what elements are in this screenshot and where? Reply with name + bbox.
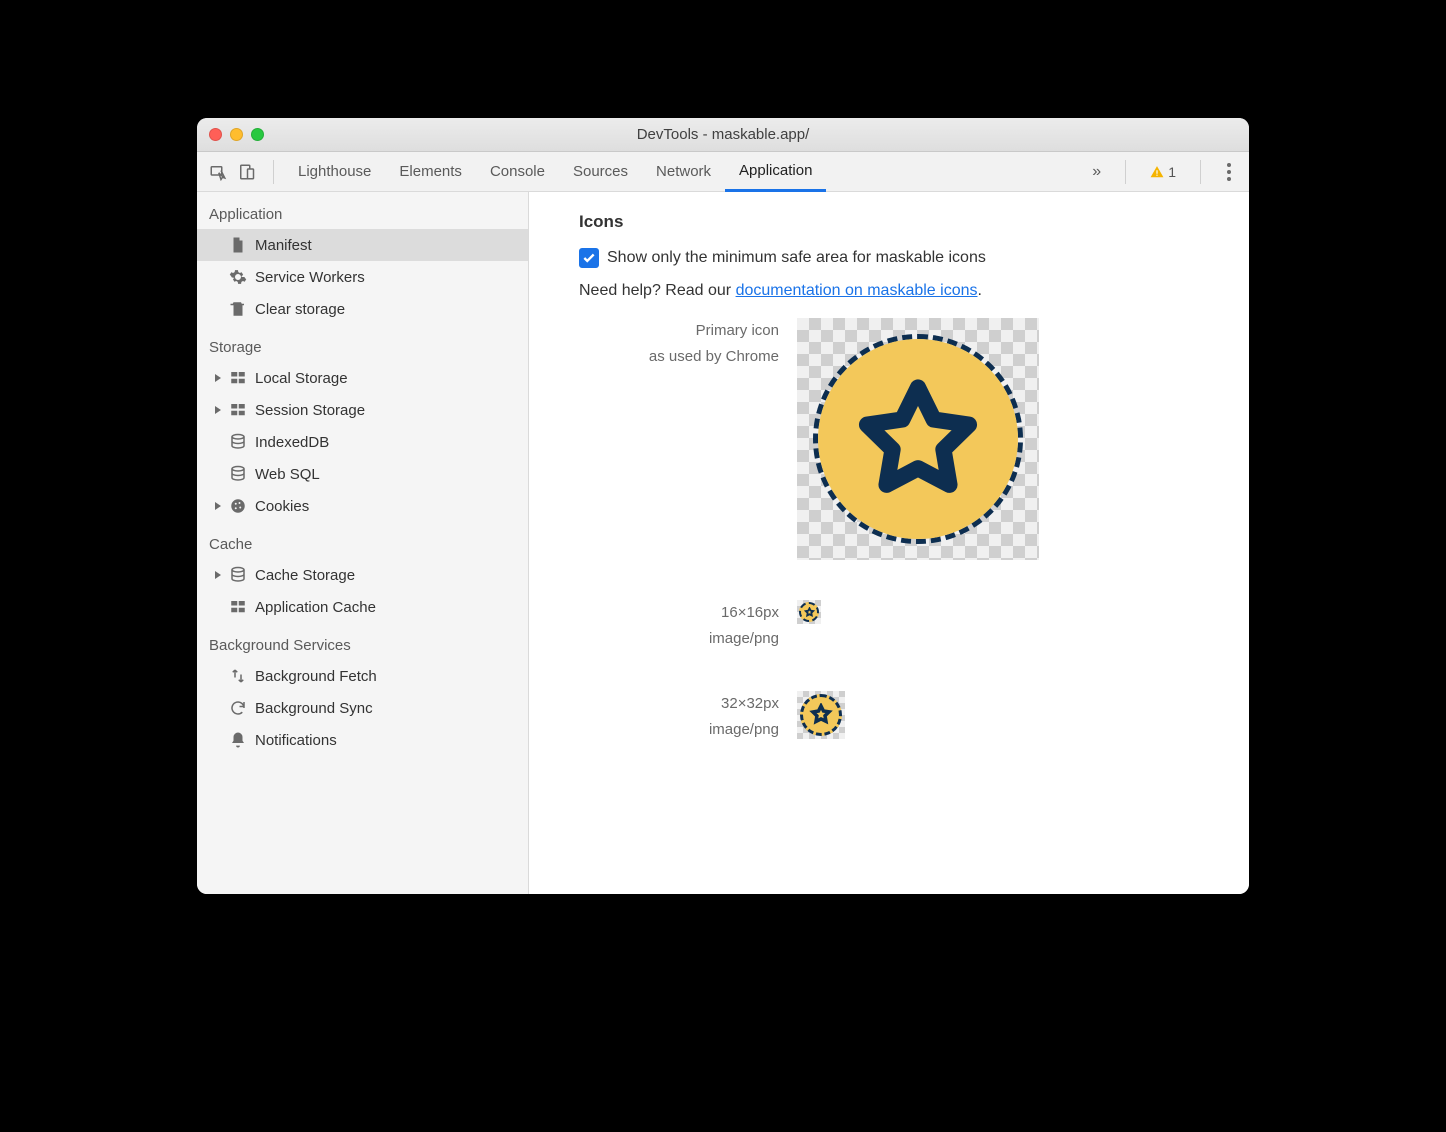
cookie-icon <box>229 497 247 515</box>
sidebar-item-local-storage[interactable]: Local Storage <box>197 362 528 394</box>
sidebar-item-label: Notifications <box>255 732 337 749</box>
safe-area-checkbox[interactable] <box>579 248 599 268</box>
tab-lighthouse[interactable]: Lighthouse <box>284 152 385 191</box>
device-toolbar-icon[interactable] <box>237 163 255 181</box>
separator <box>273 160 274 184</box>
star-icon <box>804 607 815 618</box>
disclosure-arrow-icon <box>215 374 221 382</box>
warning-count: 1 <box>1168 164 1176 180</box>
sidebar-item-label: Cookies <box>255 498 309 515</box>
settings-menu-button[interactable] <box>1221 157 1237 187</box>
tab-network[interactable]: Network <box>642 152 725 191</box>
check-icon <box>582 251 596 265</box>
primary-icon-label: Primary icon <box>579 318 779 344</box>
file-icon <box>229 236 247 254</box>
sidebar-item-background-fetch[interactable]: Background Fetch <box>197 660 528 692</box>
sidebar-item-web-sql[interactable]: Web SQL <box>197 458 528 490</box>
more-tabs-button[interactable]: » <box>1088 159 1105 185</box>
sidebar-item-label: Service Workers <box>255 269 365 286</box>
disclosure-arrow-icon <box>215 406 221 414</box>
sidebar-item-cache-storage[interactable]: Cache Storage <box>197 559 528 591</box>
gear-icon <box>229 268 247 286</box>
devtools-tabbar: LighthouseElementsConsoleSourcesNetworkA… <box>197 152 1249 192</box>
sidebar-section-title: Application <box>197 192 528 229</box>
sidebar-item-indexeddb[interactable]: IndexedDB <box>197 426 528 458</box>
close-window-button[interactable] <box>209 128 222 141</box>
checkbox-label: Show only the minimum safe area for mask… <box>607 249 986 267</box>
sidebar-item-manifest[interactable]: Manifest <box>197 229 528 261</box>
tab-application[interactable]: Application <box>725 152 826 192</box>
zoom-window-button[interactable] <box>251 128 264 141</box>
window-title: DevTools - maskable.app/ <box>197 126 1249 143</box>
application-sidebar: Application Manifest Service Workers Clear … <box>197 192 529 894</box>
db-icon <box>229 465 247 483</box>
warning-icon <box>1150 165 1164 179</box>
sidebar-item-label: Cache Storage <box>255 567 355 584</box>
sync-icon <box>229 699 247 717</box>
disclosure-arrow-icon <box>215 571 221 579</box>
grid-icon <box>229 401 247 419</box>
db-icon <box>229 566 247 584</box>
icon-mime-label: image/png <box>579 717 779 743</box>
sidebar-item-label: Application Cache <box>255 599 376 616</box>
section-heading: Icons <box>579 212 1199 232</box>
separator <box>1125 160 1126 184</box>
separator <box>1200 160 1201 184</box>
tab-console[interactable]: Console <box>476 152 559 191</box>
grid-icon <box>229 369 247 387</box>
help-text: Need help? Read our documentation on mas… <box>579 282 1199 300</box>
icon-preview-16 <box>797 600 821 624</box>
sidebar-item-clear-storage[interactable]: Clear storage <box>197 293 528 325</box>
primary-icon-preview <box>797 318 1039 560</box>
warnings-badge[interactable]: 1 <box>1146 164 1180 180</box>
sidebar-item-label: Session Storage <box>255 402 365 419</box>
star-icon <box>809 703 833 727</box>
sidebar-item-service-workers[interactable]: Service Workers <box>197 261 528 293</box>
db-icon <box>229 433 247 451</box>
inspect-element-icon[interactable] <box>209 163 227 181</box>
fetch-icon <box>229 667 247 685</box>
sidebar-section-title: Background Services <box>197 623 528 660</box>
star-icon <box>853 374 983 504</box>
titlebar: DevTools - maskable.app/ <box>197 118 1249 152</box>
grid-icon <box>229 598 247 616</box>
sidebar-item-label: IndexedDB <box>255 434 329 451</box>
tab-elements[interactable]: Elements <box>385 152 476 191</box>
sidebar-item-label: Local Storage <box>255 370 348 387</box>
sidebar-item-cookies[interactable]: Cookies <box>197 490 528 522</box>
bell-icon <box>229 731 247 749</box>
tab-sources[interactable]: Sources <box>559 152 642 191</box>
minimize-window-button[interactable] <box>230 128 243 141</box>
primary-icon-sublabel: as used by Chrome <box>579 344 779 370</box>
sidebar-section-title: Cache <box>197 522 528 559</box>
icon-mime-label: image/png <box>579 626 779 652</box>
main-panel: Icons Show only the minimum safe area fo… <box>529 192 1249 894</box>
sidebar-item-application-cache[interactable]: Application Cache <box>197 591 528 623</box>
sidebar-item-background-sync[interactable]: Background Sync <box>197 692 528 724</box>
trash-icon <box>229 300 247 318</box>
sidebar-item-label: Manifest <box>255 237 312 254</box>
sidebar-item-label: Background Sync <box>255 700 373 717</box>
sidebar-item-notifications[interactable]: Notifications <box>197 724 528 756</box>
sidebar-item-label: Web SQL <box>255 466 320 483</box>
icon-size-label: 16×16px <box>579 600 779 626</box>
icon-preview-32 <box>797 691 845 739</box>
sidebar-item-session-storage[interactable]: Session Storage <box>197 394 528 426</box>
icon-size-label: 32×32px <box>579 691 779 717</box>
sidebar-item-label: Background Fetch <box>255 668 377 685</box>
sidebar-section-title: Storage <box>197 325 528 362</box>
sidebar-item-label: Clear storage <box>255 301 345 318</box>
disclosure-arrow-icon <box>215 502 221 510</box>
docs-link[interactable]: documentation on maskable icons <box>736 282 978 299</box>
